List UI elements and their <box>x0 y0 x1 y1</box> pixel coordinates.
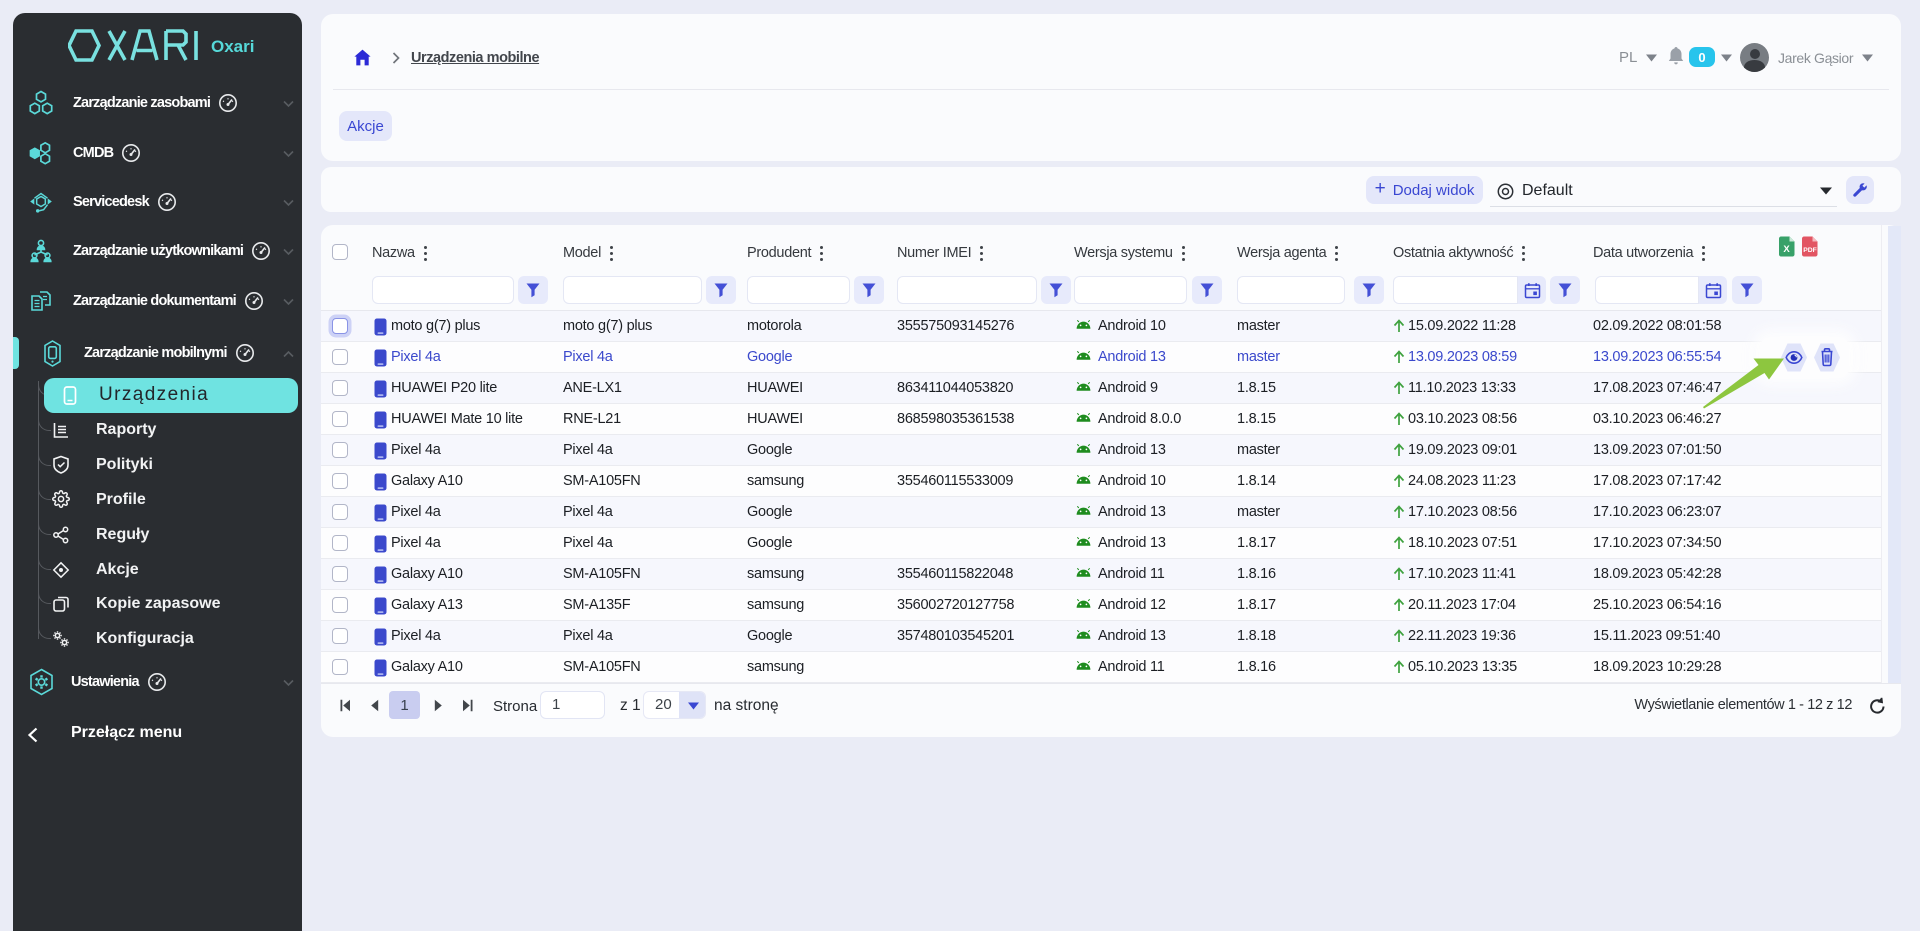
svg-text:X: X <box>1783 244 1790 255</box>
svg-text:PDF: PDF <box>1803 247 1817 254</box>
